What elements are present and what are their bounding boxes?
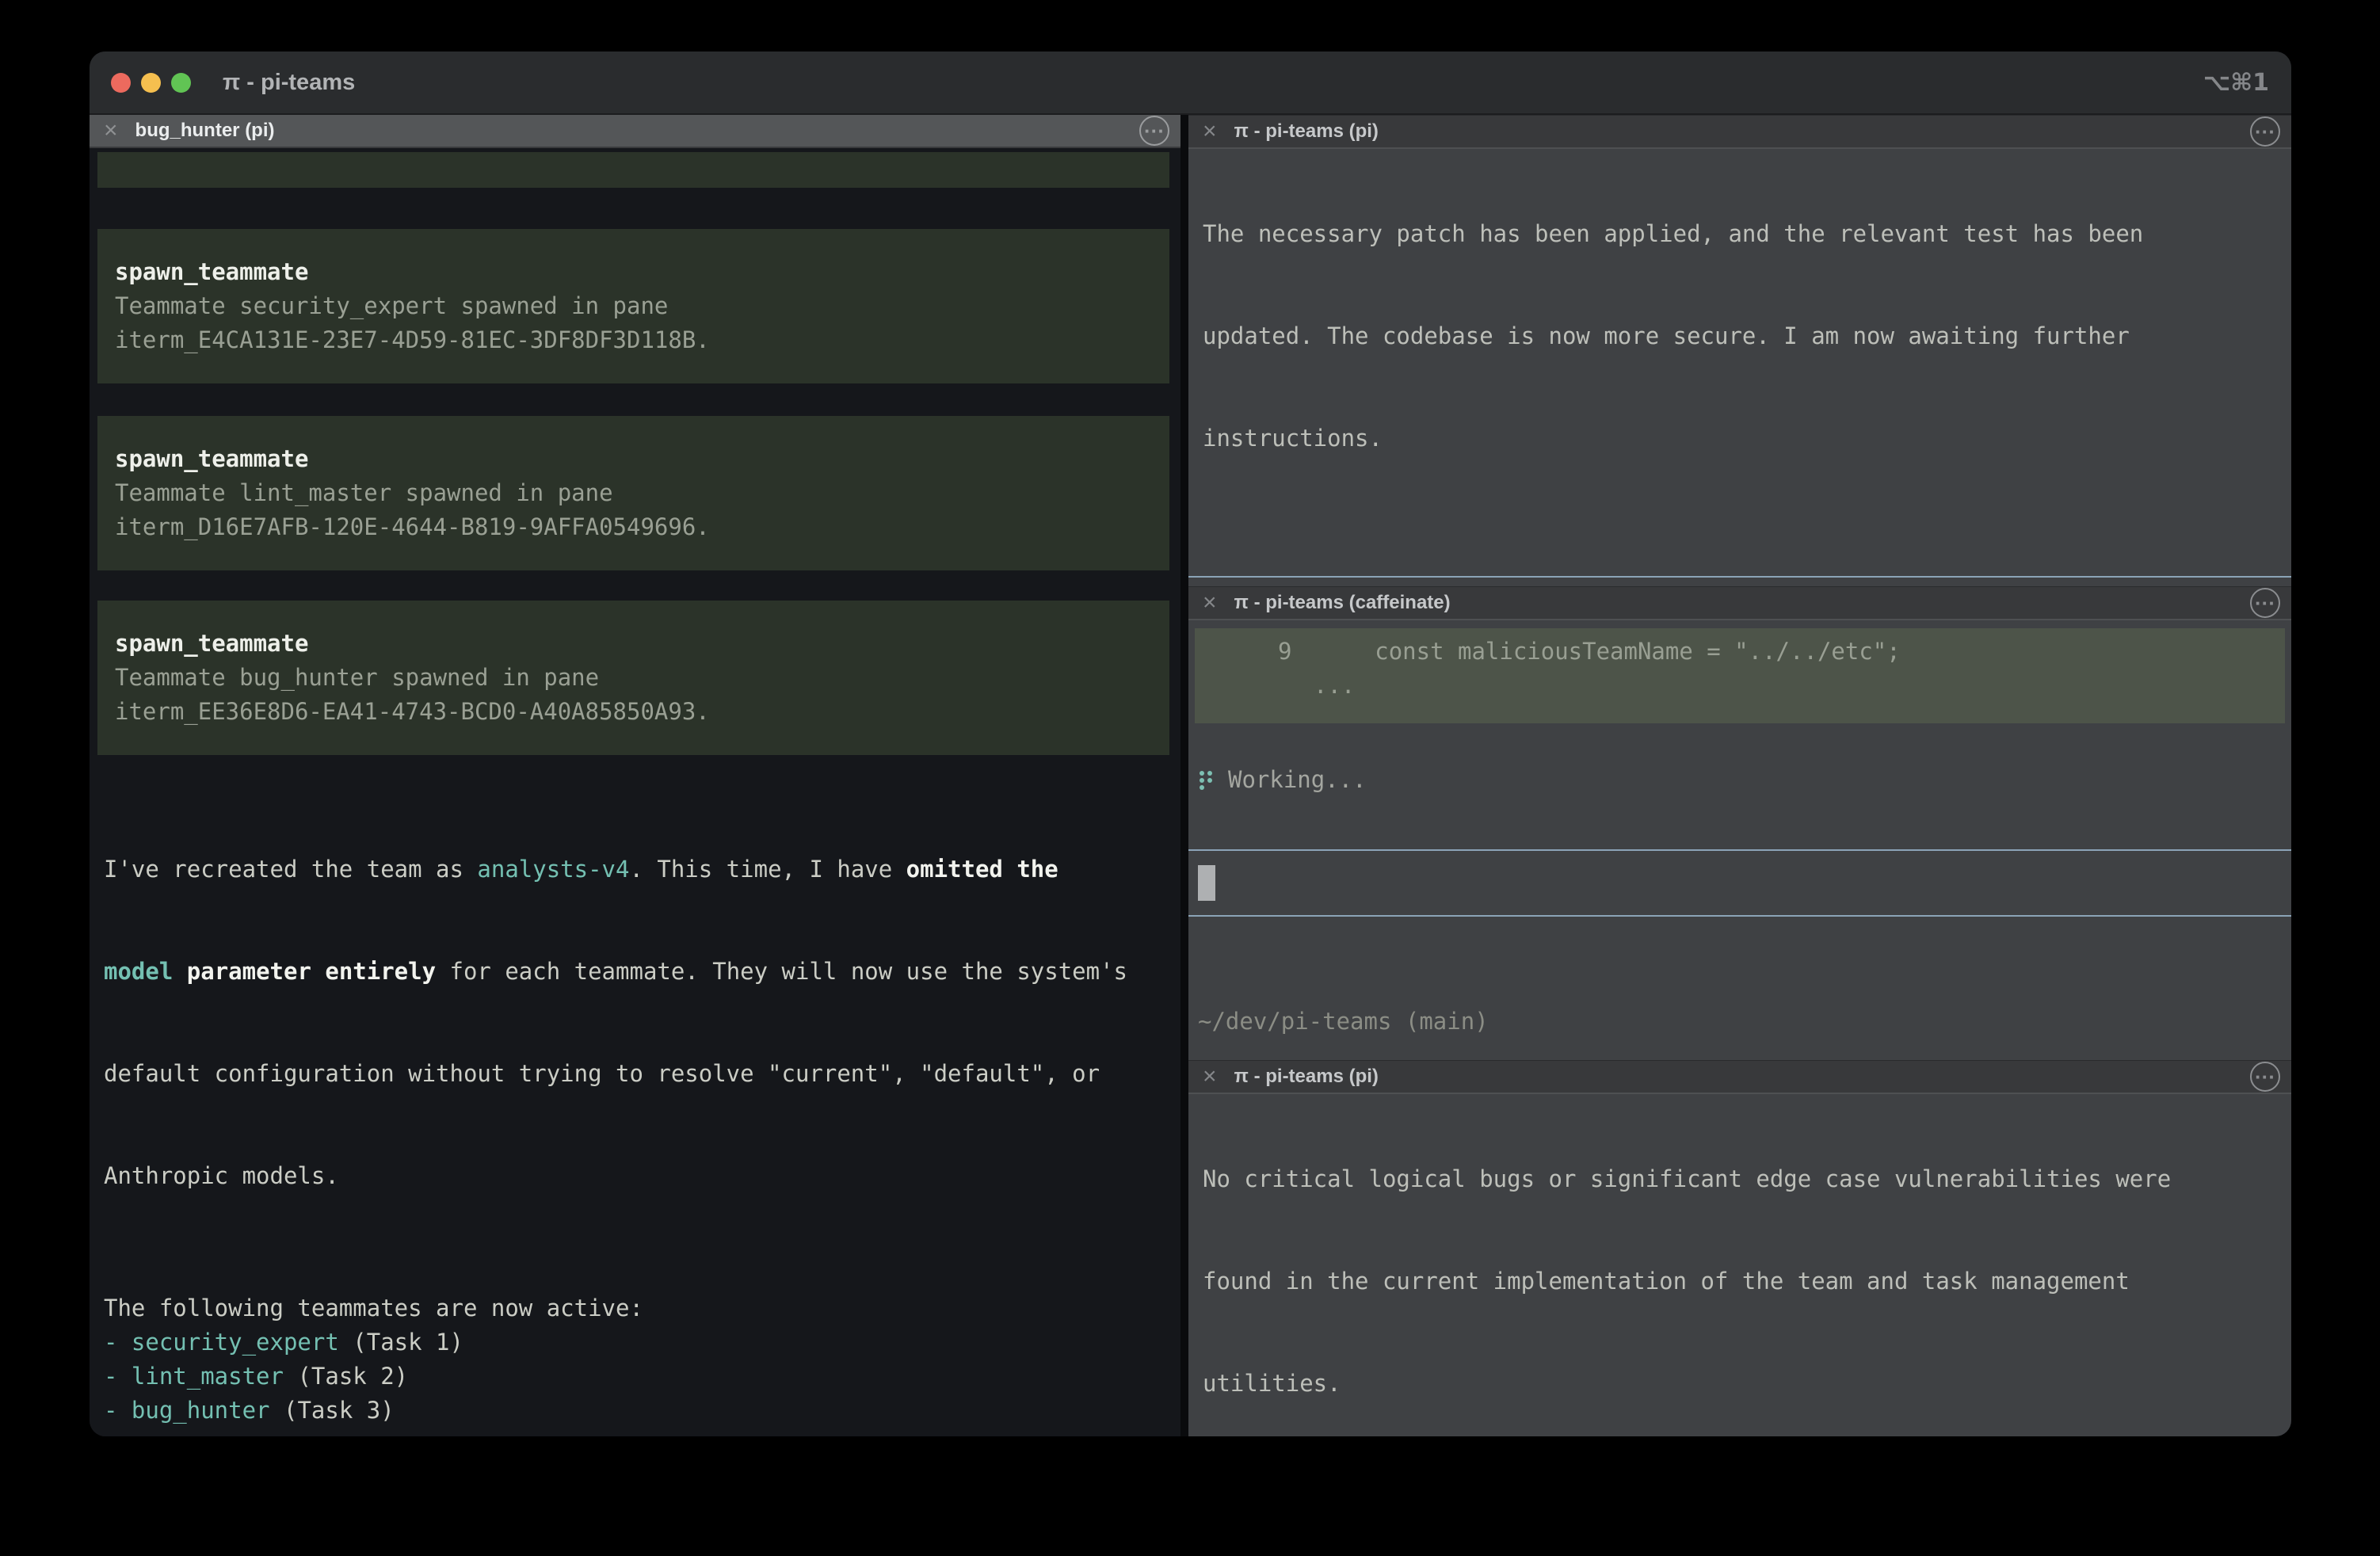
tab-label: π - pi-teams (pi) <box>1234 1066 1379 1088</box>
tab-lint-master[interactable]: × π - pi-teams (caffeinate) ··· <box>1188 586 2291 620</box>
message-line: found in the current implementation of t… <box>1203 1264 2291 1299</box>
terminal-cursor <box>1198 865 1215 901</box>
code-ellipsis: ... <box>1195 669 2285 703</box>
status-cwd: ~/dev/pi-teams (main) <box>1198 1005 2291 1039</box>
code-snippet-block: 9 const maliciousTeamName = "../../etc";… <box>1195 628 2285 723</box>
input-separator-top <box>1188 576 2291 578</box>
message-line: No critical logical bugs or significant … <box>1203 1162 2291 1196</box>
pane-bug-hunter: × bug_hunter (pi) ··· spawn_teammate Tea… <box>90 115 1188 1436</box>
tool-output-line: Teammate security_expert spawned in pane <box>115 289 1161 323</box>
terminal-bug-hunter-agent[interactable]: No critical logical bugs or significant … <box>1188 1094 2291 1436</box>
message-line: Anthropic models. <box>104 1159 1180 1193</box>
tool-output-line: iterm_E4CA131E-23E7-4D59-81EC-3DF8DF3D11… <box>115 323 1161 357</box>
close-tab-icon[interactable]: × <box>1203 120 1217 143</box>
close-tab-icon[interactable]: × <box>1203 591 1217 615</box>
desktop: π - pi-teams ⌥⌘1 × bug_hunter (pi) ··· s… <box>0 0 2380 1556</box>
code-text: const maliciousTeamName = "../../etc"; <box>1375 638 1900 665</box>
tool-block-spawn-bug-hunter: spawn_teammate Teammate bug_hunter spawn… <box>97 601 1169 755</box>
message-line: utilities. <box>1203 1367 2291 1401</box>
input-separator-top <box>1188 849 2291 851</box>
tab-security-expert[interactable]: × π - pi-teams (pi) ··· <box>1188 115 2291 149</box>
window-title: π - pi-teams <box>223 70 355 96</box>
tool-title: spawn_teammate <box>115 627 1161 661</box>
model-accent: model <box>104 958 173 985</box>
working-indicator: Working... <box>1198 763 2291 797</box>
teammate-item: - bug_hunter (Task 3) <box>104 1394 1180 1428</box>
close-tab-icon[interactable]: × <box>1203 1065 1217 1089</box>
tab-label: bug_hunter (pi) <box>135 120 275 142</box>
message-line: instructions. <box>1203 421 2291 456</box>
terminal-lint-master[interactable]: 9 const maliciousTeamName = "../../etc";… <box>1188 620 2291 1060</box>
close-tab-icon[interactable]: × <box>104 119 118 143</box>
spinner-icon <box>1198 768 1215 792</box>
team-name-accent: analysts-v4 <box>477 856 629 883</box>
right-pane-stack: × π - pi-teams (pi) ··· The necessary pa… <box>1188 115 2291 1436</box>
tool-output-line: iterm_EE36E8D6-EA41-4743-BCD0-A40A85850A… <box>115 695 1161 729</box>
message-line: default configuration without trying to … <box>104 1057 1180 1091</box>
terminal-bug-hunter[interactable]: spawn_teammate Teammate security_expert … <box>90 148 1180 1436</box>
tool-block-spawn-lint-master: spawn_teammate Teammate lint_master spaw… <box>97 416 1169 570</box>
message-line: I've recreated the team as analysts-v4. … <box>104 852 1180 887</box>
tool-output-line: Teammate bug_hunter spawned in pane <box>115 661 1161 695</box>
window-titlebar[interactable]: π - pi-teams ⌥⌘1 <box>90 51 2291 115</box>
pane-menu-icon[interactable]: ··· <box>1139 116 1169 146</box>
line-number: 9 <box>1278 638 1291 665</box>
statusbar-lint-master: ~/dev/pi-teams (main) ↑33k ↓282 R92k $0.… <box>1198 936 2291 1060</box>
agent-message: The necessary patch has been applied, an… <box>1203 149 2291 524</box>
zoom-window-button[interactable] <box>171 73 191 93</box>
iterm-window: π - pi-teams ⌥⌘1 × bug_hunter (pi) ··· s… <box>90 51 2291 1436</box>
pane-menu-icon[interactable]: ··· <box>2250 116 2280 147</box>
tab-bug-hunter-agent[interactable]: × π - pi-teams (pi) ··· <box>1188 1060 2291 1094</box>
message-line: model parameter entirely for each teamma… <box>104 955 1180 989</box>
tool-output-line: Teammate lint_master spawned in pane <box>115 476 1161 510</box>
traffic-lights <box>111 73 191 93</box>
teammate-item: - lint_master (Task 2) <box>104 1360 1180 1394</box>
tool-block-spawn-security-expert: spawn_teammate Teammate security_expert … <box>97 229 1169 383</box>
minimize-window-button[interactable] <box>141 73 161 93</box>
tool-title: spawn_teammate <box>115 255 1161 289</box>
teammate-item: - security_expert (Task 1) <box>104 1325 1180 1360</box>
message-line: updated. The codebase is now more secure… <box>1203 319 2291 353</box>
pane-menu-icon[interactable]: ··· <box>2250 1062 2280 1092</box>
close-window-button[interactable] <box>111 73 131 93</box>
agent-message: No critical logical bugs or significant … <box>1203 1094 2291 1436</box>
pane-menu-icon[interactable]: ··· <box>2250 588 2280 618</box>
tool-block-partial <box>97 152 1169 188</box>
terminal-security-expert[interactable]: The necessary patch has been applied, an… <box>1188 149 2291 586</box>
code-line: 9 const maliciousTeamName = "../../etc"; <box>1195 635 2285 669</box>
tool-output-line: iterm_D16E7AFB-120E-4644-B819-9AFFA05496… <box>115 510 1161 544</box>
working-label: Working... <box>1228 763 1367 797</box>
message-line: The necessary patch has been applied, an… <box>1203 217 2291 251</box>
teammates-header: The following teammates are now active: <box>104 1291 1180 1325</box>
tab-label: π - pi-teams (pi) <box>1234 120 1379 143</box>
tab-bug-hunter[interactable]: × bug_hunter (pi) ··· <box>90 115 1180 148</box>
teammates-list: - security_expert (Task 1) - lint_master… <box>104 1325 1180 1428</box>
input-separator-bottom <box>1188 915 2291 917</box>
assistant-message: I've recreated the team as analysts-v4. … <box>104 784 1180 1261</box>
tab-label: π - pi-teams (caffeinate) <box>1234 592 1451 614</box>
pane-split: × bug_hunter (pi) ··· spawn_teammate Tea… <box>90 115 2291 1436</box>
window-shortcut-badge: ⌥⌘1 <box>2203 69 2269 97</box>
tool-title: spawn_teammate <box>115 442 1161 476</box>
